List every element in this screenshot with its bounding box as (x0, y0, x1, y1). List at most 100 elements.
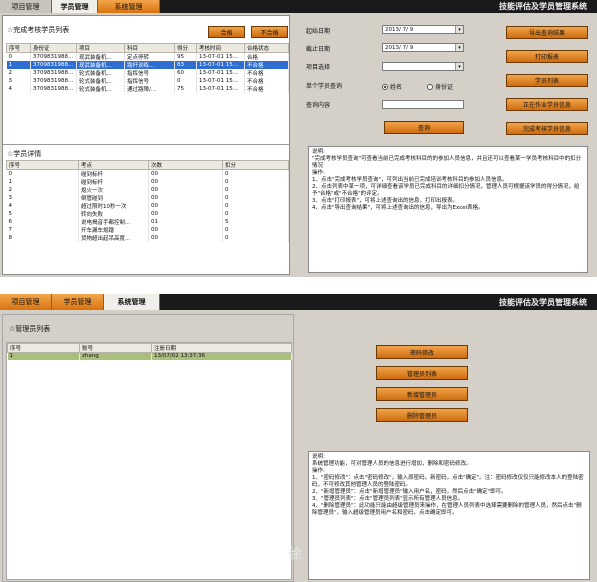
end-date-value: 2013/ 7/ 9 (385, 44, 414, 51)
column-header[interactable]: 合格状态 (244, 43, 289, 53)
system-management-window: 项目管理 学员管理 系统管理 技能评估及学员管理系统 ☆管理员列表 序号 账号 注册… (0, 294, 597, 582)
column-header[interactable]: 考点 (78, 160, 149, 170)
start-date-picker[interactable]: 2013/ 7/ 9 ▾ (382, 25, 464, 34)
delete-admin-button[interactable]: 删除管理员 (376, 408, 468, 422)
table-cell: 00 (148, 234, 223, 242)
table-cell: 75 (174, 85, 197, 93)
table-cell: 0 (222, 226, 289, 234)
query-button[interactable]: 查询 (384, 121, 464, 134)
table-row[interactable]: 8 货物超出起吊高度... 00 0 (6, 234, 289, 242)
table-cell: 5 (222, 218, 289, 226)
start-date-value: 2013/ 7/ 9 (385, 26, 414, 33)
instructions-line: 操作: (312, 170, 325, 176)
column-header[interactable]: 项目 (76, 43, 125, 53)
table-cell: 13/07/02 13:37:36 (151, 352, 292, 360)
table-cell: 轮式装备机... (76, 85, 125, 93)
column-header[interactable]: 身份证 (30, 43, 77, 53)
table-row[interactable]: 2 熄火一次 00 0 (6, 186, 289, 194)
table-cell: 13-07-01 15... (196, 77, 245, 85)
completed-students-table: 序号 身份证 项目 科目 得分 考核时间 合格状态 0 3709831988... 现武装备机.… (6, 43, 289, 93)
tab-project-management[interactable]: 项目管理 (0, 294, 52, 310)
working-students-button[interactable]: 正在作业学员信息 (506, 98, 588, 111)
table-cell: 0 (222, 169, 289, 178)
table-cell: 3709831988... (30, 52, 77, 61)
table-row[interactable]: 1 碰到标杆 00 0 (6, 178, 289, 186)
query-content-input[interactable] (382, 100, 464, 109)
end-date-picker[interactable]: 2013/ 7/ 9 ▾ (382, 43, 464, 52)
column-header[interactable]: 账号 (79, 343, 152, 353)
table-cell: 0 (222, 178, 289, 186)
column-header[interactable]: 考核时间 (196, 43, 245, 53)
admin-list-button[interactable]: 管理员列表 (376, 366, 468, 380)
chevron-down-icon[interactable]: ▾ (455, 26, 463, 33)
radio-id-card[interactable]: 身份证 (427, 82, 453, 91)
instructions-line: 2、"新增管理员"：点击"新增管理员"输入用户名，密码，然后点击"确定"即可。 (312, 489, 507, 495)
table-cell: 0 (174, 77, 197, 85)
table-row[interactable]: 3 倒管碰到 00 0 (6, 194, 289, 202)
table-cell: 0 (222, 186, 289, 194)
table-cell: 00 (148, 226, 223, 234)
column-header[interactable]: 注册日期 (151, 343, 292, 353)
table-row[interactable]: 6 说电揭音手都控制... 01 5 (6, 218, 289, 226)
print-report-button[interactable]: 打印报表 (506, 50, 588, 63)
table-row[interactable]: 4 3709831988... 轮式装备机... 通过路障/... 75 13-07-01… (6, 85, 289, 93)
table-cell: 0 (6, 169, 79, 178)
tab-system-management[interactable]: 系统管理 (104, 294, 160, 310)
change-password-button[interactable]: 密码修改 (376, 345, 468, 359)
table-row[interactable]: 0 3709831988... 现武装备机... 定点停转 95 13-07-01 15.… (6, 52, 289, 61)
table-row[interactable]: 1 3709831988... 现武装备机... 路杆训练... 83 13-07-01 … (6, 61, 289, 69)
admin-list-title: ☆管理员列表 (9, 325, 51, 333)
table-row[interactable]: 0 碰到标杆 00 0 (6, 169, 289, 178)
fail-button[interactable]: 不合格 (251, 26, 288, 38)
tab-project-management[interactable]: 项目管理 (0, 0, 52, 13)
export-results-button[interactable]: 导出查询结果 (506, 26, 588, 39)
column-header[interactable]: 序号 (6, 43, 31, 53)
tab-student-management[interactable]: 学员管理 (52, 294, 104, 310)
table-cell: 4 (6, 85, 31, 93)
table-cell: 碰到标杆 (78, 169, 149, 178)
table-cell: 倒管碰到 (78, 194, 149, 202)
table-row[interactable]: 3 3709831988... 轮式装备机... 指挥信号 0 13-07-01 15..… (6, 77, 289, 85)
table-cell: 13-07-01 15... (196, 85, 245, 93)
column-header[interactable]: 序号 (6, 160, 79, 170)
column-header[interactable]: 科目 (124, 43, 175, 53)
table-cell: 超过限时10秒一次 (78, 202, 149, 210)
completed-list-title: ☆完成考核学员列表 (7, 26, 70, 34)
table-cell: 轮式装备机... (76, 77, 125, 85)
instructions-title: 说明: (312, 149, 325, 155)
table-cell: 碰到标杆 (78, 178, 149, 186)
column-header[interactable]: 得分 (174, 43, 197, 53)
student-list-button[interactable]: 学员列表 (506, 74, 588, 87)
add-admin-button[interactable]: 新增管理员 (376, 387, 468, 401)
table-row[interactable]: 1 zhang 13/07/02 13:37:36 (7, 352, 292, 360)
tab-student-management[interactable]: 学员管理 (52, 0, 98, 13)
table-cell: 13-07-01 15... (196, 52, 245, 61)
table-cell: 2 (6, 69, 31, 77)
table-cell: 00 (148, 210, 223, 218)
pass-button[interactable]: 合格 (208, 26, 245, 38)
table-cell: 不合格 (244, 85, 289, 93)
project-select[interactable]: ▾ (382, 62, 464, 71)
app-title: 技能评估及学员管理系统 (499, 297, 587, 307)
radio-name[interactable]: 姓名 (382, 82, 402, 91)
column-header[interactable]: 次数 (148, 160, 223, 170)
table-row[interactable]: 7 开车漏车熄蹭 00 0 (6, 226, 289, 234)
tab-system-management[interactable]: 系统管理 (98, 0, 160, 13)
chevron-down-icon[interactable]: ▾ (455, 63, 463, 70)
completed-students-button[interactable]: 完成考核学员信息 (506, 122, 588, 135)
instructions-line: 3、"管理员列表"：点击"管理员列表"显示所有管理人员信息。 (312, 496, 464, 502)
instructions-line: 4、"删除管理员"：此功能只能由超级管理员来操作，在管理人员列表中选择需要删除的… (312, 503, 582, 516)
column-header[interactable]: 扣分 (222, 160, 289, 170)
table-cell: 通过路障/... (124, 85, 175, 93)
watermark: 徐 (288, 547, 302, 563)
radio-dot-icon (427, 83, 433, 90)
table-row[interactable]: 2 3709831988... 轮式装备机... 指挥信号 60 13-07-01 15.… (6, 69, 289, 77)
chevron-down-icon[interactable]: ▾ (455, 44, 463, 51)
table-cell: 3709831988... (30, 61, 77, 69)
table-cell: 6 (6, 218, 79, 226)
table-row[interactable]: 5 转向失败 00 0 (6, 210, 289, 218)
column-header[interactable]: 序号 (7, 343, 80, 353)
project-select-label: 项目选择 (306, 64, 331, 71)
table-row[interactable]: 4 超过限时10秒一次 00 0 (6, 202, 289, 210)
table-cell: 3709831988... (30, 69, 77, 77)
